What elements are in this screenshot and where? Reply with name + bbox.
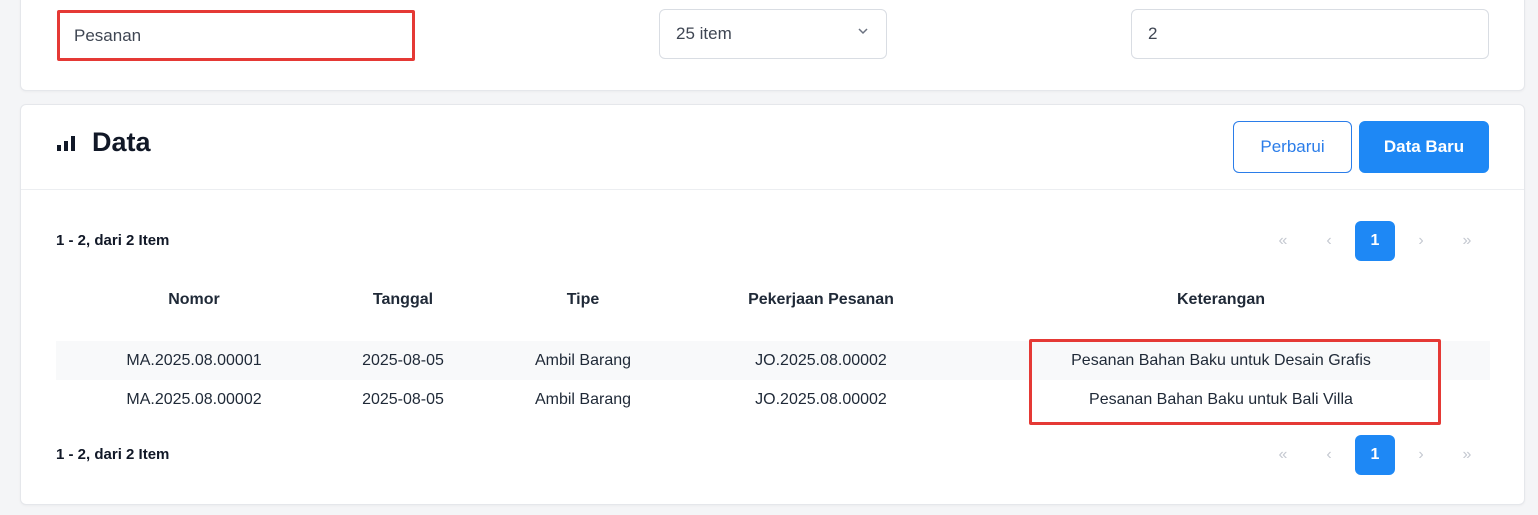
last-page-button[interactable]: » xyxy=(1447,221,1487,261)
cell-pekerjaan: JO.2025.08.00002 xyxy=(755,391,887,408)
cell-tanggal: 2025-08-05 xyxy=(362,391,444,408)
prev-page-button[interactable]: ‹ xyxy=(1309,221,1349,261)
cell-tipe: Ambil Barang xyxy=(534,352,632,369)
cell-nomor: MA.2025.08.00002 xyxy=(126,391,262,408)
column-header-keterangan[interactable]: Keterangan xyxy=(1031,291,1411,309)
pagination-bottom: « ‹ 1 › » xyxy=(1257,435,1487,475)
first-page-button[interactable]: « xyxy=(1263,221,1303,261)
data-panel: Data Perbarui Data Baru 1 - 2, dari 2 It… xyxy=(20,104,1525,505)
item-summary-bottom: 1 - 2, dari 2 Item xyxy=(56,446,170,463)
cell-tanggal: 2025-08-05 xyxy=(362,352,444,369)
chevron-down-icon xyxy=(858,28,868,35)
refresh-button[interactable]: Perbarui xyxy=(1233,121,1352,173)
data-panel-header: Data Perbarui Data Baru xyxy=(21,105,1524,190)
item-summary-top: 1 - 2, dari 2 Item xyxy=(56,232,170,249)
next-page-button[interactable]: › xyxy=(1401,221,1441,261)
per-page-select[interactable]: 25 item xyxy=(659,9,887,59)
per-page-value: 25 item xyxy=(676,24,732,43)
prev-page-button[interactable]: ‹ xyxy=(1309,435,1349,475)
page-1-button[interactable]: 1 xyxy=(1355,435,1395,475)
page-1-button[interactable]: 1 xyxy=(1355,221,1395,261)
last-page-button[interactable]: » xyxy=(1447,435,1487,475)
search-input-value: Pesanan xyxy=(74,25,142,45)
next-page-button[interactable]: › xyxy=(1401,435,1441,475)
column-header-tipe[interactable]: Tipe xyxy=(503,291,663,309)
table-row[interactable]: MA.2025.08.00001 2025-08-05 Ambil Barang… xyxy=(56,341,1490,380)
data-title-wrap: Data xyxy=(56,127,151,158)
bar-chart-icon xyxy=(57,135,75,151)
pagination-top: « ‹ 1 › » xyxy=(1257,221,1487,261)
cell-keterangan: Pesanan Bahan Baku untuk Bali Villa xyxy=(1089,391,1353,408)
search-input[interactable]: Pesanan xyxy=(57,10,415,61)
cell-tipe: Ambil Barang xyxy=(534,391,632,408)
table-row[interactable]: MA.2025.08.00002 2025-08-05 Ambil Barang… xyxy=(56,380,1490,419)
filter-panel: Pesanan 25 item 2 xyxy=(20,0,1525,91)
count-input-value: 2 xyxy=(1148,24,1158,43)
first-page-button[interactable]: « xyxy=(1263,435,1303,475)
cell-keterangan: Pesanan Bahan Baku untuk Desain Grafis xyxy=(1071,352,1371,369)
column-header-nomor[interactable]: Nomor xyxy=(96,291,292,309)
column-header-pekerjaan[interactable]: Pekerjaan Pesanan xyxy=(701,291,941,309)
column-header-tanggal[interactable]: Tanggal xyxy=(313,291,493,309)
page-title: Data xyxy=(92,127,151,157)
cell-pekerjaan: JO.2025.08.00002 xyxy=(755,352,887,369)
cell-nomor: MA.2025.08.00001 xyxy=(126,352,262,369)
count-input[interactable]: 2 xyxy=(1131,9,1489,59)
new-data-button[interactable]: Data Baru xyxy=(1359,121,1489,173)
